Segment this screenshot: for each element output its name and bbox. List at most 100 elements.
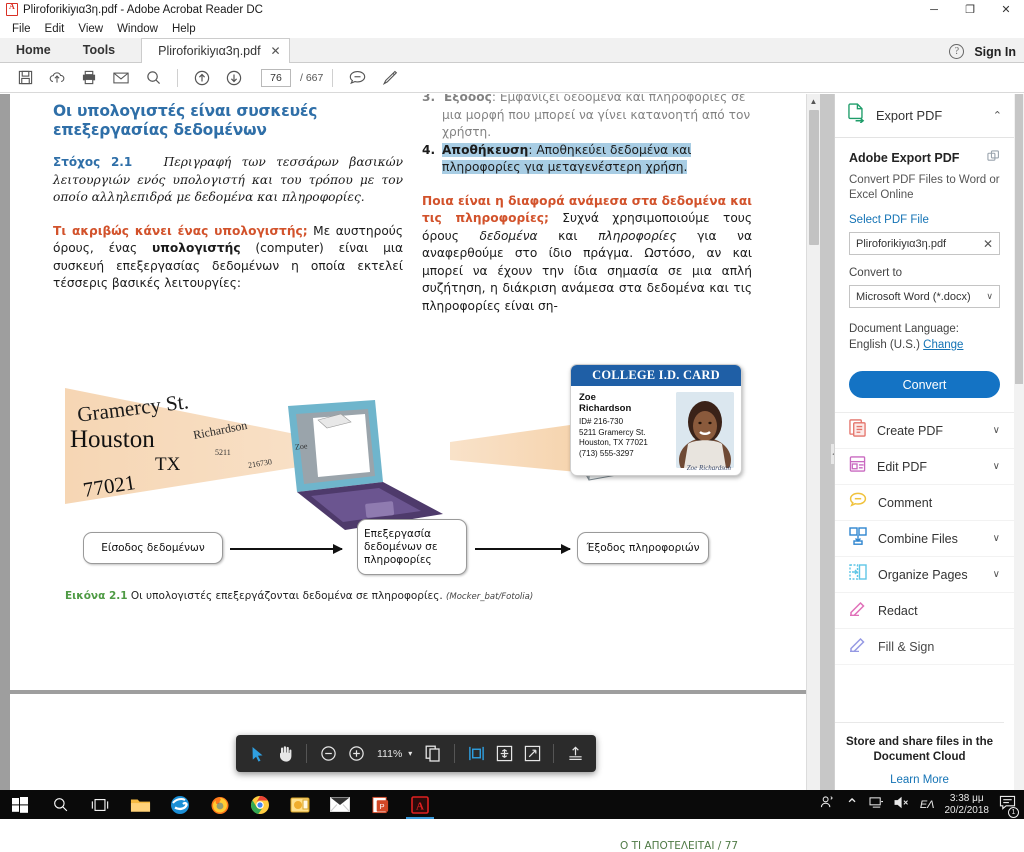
menu-edit[interactable]: Edit <box>38 22 72 36</box>
windows-taskbar: P A ⌃ ΕΛ 3:38 μμ 20/2/2018 1 <box>0 790 1024 819</box>
taskbar-clock[interactable]: 3:38 μμ 20/2/2018 <box>945 793 990 817</box>
tab-document[interactable]: Pliroforikiyια3η.pdf ✕ <box>141 38 290 63</box>
figure-caption: Εικόνα 2.1 Οι υπολογιστές επεξεργάζονται… <box>65 590 533 602</box>
chevron-down-icon: ∨ <box>992 533 1000 544</box>
volume-muted-icon[interactable] <box>894 796 910 814</box>
document-cloud-footer: Store and share files in the Document Cl… <box>835 722 1004 790</box>
firefox-icon[interactable] <box>200 790 240 819</box>
tools-panel-scroll-thumb[interactable] <box>1015 94 1023 384</box>
tool-create-pdf[interactable]: Create PDF ∨ <box>835 413 1014 449</box>
network-icon[interactable] <box>869 796 884 814</box>
beam-word-5211: 5211 <box>215 448 231 457</box>
document-right-column: 3. Έξοδος: Εμφανίζει δεδομένα και πληροφ… <box>422 94 752 315</box>
fill-sign-icon <box>849 636 867 657</box>
document-language-change-link[interactable]: Change <box>923 339 963 351</box>
document-vertical-scrollbar[interactable]: ▲ <box>806 94 820 790</box>
sign-in-button[interactable]: Sign In <box>974 45 1016 59</box>
chrome-icon[interactable] <box>240 790 280 819</box>
scroll-up-arrow-icon[interactable]: ▲ <box>807 94 820 108</box>
export-pdf-title: Export PDF <box>876 108 943 123</box>
page-number-input[interactable]: 76 <box>261 68 291 87</box>
acrobat-reader-icon[interactable]: A <box>400 790 440 819</box>
flow-box-input: Είσοδος δεδομένων <box>83 532 223 564</box>
menu-file[interactable]: File <box>5 22 38 36</box>
windows-start-icon[interactable] <box>0 790 40 819</box>
email-icon[interactable] <box>106 65 136 91</box>
notification-count: 1 <box>1008 806 1019 818</box>
switch-account-icon[interactable] <box>987 150 1000 166</box>
id-card-photo <box>676 392 734 468</box>
create-pdf-icon <box>849 419 866 442</box>
learn-more-link[interactable]: Learn More <box>835 774 1004 786</box>
maximize-button[interactable]: ❐ <box>952 0 988 19</box>
save-icon[interactable] <box>10 65 40 91</box>
people-icon[interactable] <box>820 795 835 814</box>
document-cloud-line-2: Document Cloud <box>873 751 966 763</box>
zoom-in-icon[interactable] <box>343 741 369 767</box>
convert-to-select[interactable]: Microsoft Word (*.docx) ∨ <box>849 285 1000 308</box>
menu-window[interactable]: Window <box>110 22 165 36</box>
tab-close-icon[interactable]: ✕ <box>271 44 281 58</box>
pdf-page: Οι υπολογιστές είναι συσκευές επεξεργασί… <box>10 94 810 690</box>
tab-tools[interactable]: Tools <box>66 38 132 62</box>
document-objective: Στόχος 2.1 Περιγραφή των τεσσάρων βασικώ… <box>53 154 403 207</box>
comment-icon[interactable] <box>342 65 372 91</box>
arrow-down-circle-icon[interactable] <box>219 65 249 91</box>
tool-combine-files[interactable]: Combine Files ∨ <box>835 521 1014 557</box>
menu-help[interactable]: Help <box>165 22 203 36</box>
chevron-up-icon[interactable]: ⌃ <box>993 109 1002 122</box>
fit-width-icon[interactable] <box>463 741 489 767</box>
id-card-header: COLLEGE I.D. CARD <box>571 365 741 386</box>
mail-icon[interactable] <box>320 790 360 819</box>
clear-file-icon[interactable]: ✕ <box>983 237 993 251</box>
tool-comment[interactable]: Comment <box>835 485 1014 521</box>
flow-arrow-2 <box>475 544 571 554</box>
tool-organize-pages[interactable]: Organize Pages ∨ <box>835 557 1014 593</box>
question-2-italic-2: πληροφορίες <box>598 228 677 243</box>
arrow-up-circle-icon[interactable] <box>187 65 217 91</box>
svg-text:A: A <box>416 800 424 812</box>
tool-edit-pdf[interactable]: Edit PDF ∨ <box>835 449 1014 485</box>
search-icon[interactable] <box>138 65 168 91</box>
tools-panel-scrollbar[interactable] <box>1014 94 1024 790</box>
help-icon[interactable]: ? <box>949 44 965 59</box>
search-icon[interactable] <box>40 790 80 819</box>
export-pdf-header[interactable]: Export PDF ⌃ <box>835 94 1014 138</box>
convert-button[interactable]: Convert <box>849 371 1000 398</box>
figure-caption-label: Εικόνα 2.1 <box>65 590 128 602</box>
scroll-thumb[interactable] <box>809 110 819 245</box>
id-card-address-2: Houston, TX 77021 <box>579 438 648 447</box>
tool-fill-sign[interactable]: Fill & Sign <box>835 629 1014 665</box>
chevron-up-icon[interactable]: ⌃ <box>845 795 858 815</box>
chevron-down-icon: ▾ <box>408 749 413 758</box>
cursor-select-icon[interactable] <box>244 741 270 767</box>
print-icon[interactable] <box>74 65 104 91</box>
id-card-signature: Zoe Richardson <box>686 464 731 472</box>
internet-explorer-icon[interactable] <box>160 790 200 819</box>
zoom-level-selector[interactable]: 111% ▾ <box>371 744 418 764</box>
selected-file-field[interactable]: Pliroforikiyια3η.pdf ✕ <box>849 232 1000 255</box>
powerpoint-icon[interactable]: P <box>360 790 400 819</box>
zoom-out-icon[interactable] <box>315 741 341 767</box>
highlight-pen-icon[interactable] <box>374 65 404 91</box>
language-indicator[interactable]: ΕΛ <box>920 799 935 811</box>
outlook-icon[interactable] <box>280 790 320 819</box>
signin-area: ? Sign In <box>949 44 1016 59</box>
tool-edit-pdf-label: Edit PDF <box>877 459 928 474</box>
file-explorer-icon[interactable] <box>120 790 160 819</box>
close-button[interactable]: ✕ <box>988 0 1024 19</box>
fullscreen-icon[interactable] <box>519 741 545 767</box>
task-view-icon[interactable] <box>80 790 120 819</box>
upload-cloud-icon[interactable] <box>42 65 72 91</box>
document-scroll-area[interactable]: Οι υπολογιστές είναι συσκευές επεξεργασί… <box>0 94 820 790</box>
select-pdf-file-label[interactable]: Select PDF File <box>849 214 1000 226</box>
hand-pan-icon[interactable] <box>272 741 298 767</box>
share-icon[interactable] <box>562 741 588 767</box>
minimize-button[interactable]: ─ <box>916 0 952 19</box>
notification-icon[interactable]: 1 <box>999 795 1019 818</box>
fit-page-icon[interactable] <box>491 741 517 767</box>
tab-home[interactable]: Home <box>0 38 67 62</box>
tool-redact[interactable]: Redact <box>835 593 1014 629</box>
page-layout-icon[interactable] <box>420 741 446 767</box>
menu-view[interactable]: View <box>71 22 110 36</box>
